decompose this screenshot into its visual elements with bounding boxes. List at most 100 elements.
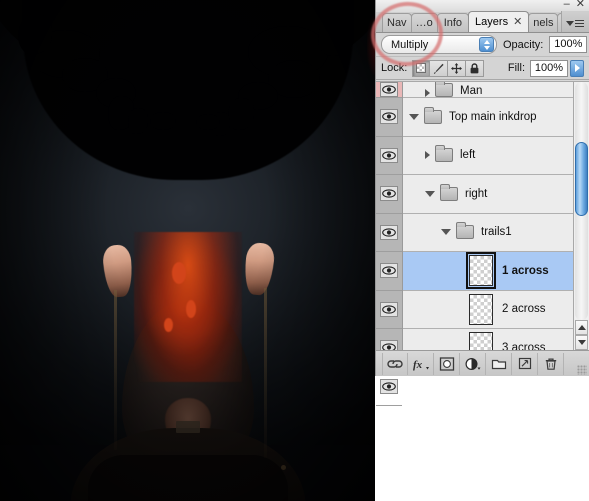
blend-mode-stepper-icon[interactable] <box>479 37 494 52</box>
delete-layer-button[interactable] <box>538 352 564 375</box>
eye-icon[interactable] <box>380 301 398 317</box>
hamburger-icon <box>575 19 584 27</box>
opacity-field[interactable]: 100% <box>549 36 589 53</box>
scroll-down-arrow-icon[interactable] <box>575 335 588 350</box>
fill-input[interactable]: 100% <box>530 59 568 77</box>
disclosure-triangle-icon[interactable] <box>425 151 430 160</box>
layer-name: 2 across <box>502 303 546 316</box>
blend-mode-select[interactable]: Multiply <box>381 35 497 54</box>
vignette <box>0 0 375 501</box>
eye-icon[interactable] <box>380 109 398 125</box>
lock-position-button[interactable] <box>448 59 467 77</box>
table-row[interactable]: trails1 <box>403 214 573 252</box>
move-cross-icon <box>451 62 463 74</box>
folder-icon <box>424 106 442 124</box>
layer-thumbnail[interactable] <box>466 252 496 290</box>
checkerboard-icon <box>416 63 427 73</box>
table-row[interactable]: left <box>403 137 573 175</box>
disclosure-triangle-icon[interactable] <box>441 229 451 236</box>
eye-icon[interactable] <box>380 186 398 202</box>
layer-name: 3 across <box>502 341 546 350</box>
opacity-label: Opacity: <box>503 38 544 51</box>
opacity-input[interactable]: 100% <box>549 36 588 53</box>
layer-name: left <box>460 149 476 162</box>
tab-close-icon[interactable]: ✕ <box>513 16 522 28</box>
panel-tab-bar[interactable]: Nav …o Info Layers✕ nels ths <box>376 11 589 33</box>
layer-rows[interactable]: Man Top main inkdrop left right trails1 … <box>403 82 573 350</box>
layer-styles-button[interactable]: fx <box>408 352 434 375</box>
tab-channels-label: nels <box>533 17 554 29</box>
close-icon[interactable]: ✕ <box>576 0 585 10</box>
eye-icon[interactable] <box>380 147 398 163</box>
fx-icon: fx <box>413 359 429 371</box>
table-row[interactable]: right <box>403 175 573 214</box>
vertical-scrollbar[interactable] <box>573 82 589 350</box>
chain-link-icon <box>387 359 403 368</box>
panel-menu-icon[interactable] <box>564 15 586 31</box>
blend-mode-row[interactable]: Multiply Opacity: 100% <box>376 33 589 57</box>
add-layer-mask-button[interactable] <box>434 352 460 375</box>
minimize-icon[interactable]: – <box>564 0 570 10</box>
lock-label: Lock: <box>381 62 408 74</box>
padlock-icon <box>470 62 479 73</box>
window-controls[interactable]: – ✕ <box>564 0 585 10</box>
new-group-button[interactable] <box>486 352 512 375</box>
eye-icon[interactable] <box>380 224 398 240</box>
tab-channels[interactable]: nels <box>528 13 559 32</box>
table-row[interactable]: Top main inkdrop <box>403 98 573 137</box>
new-adjustment-layer-button[interactable] <box>460 352 486 375</box>
folder-icon <box>491 359 506 370</box>
image-canvas[interactable] <box>0 0 375 501</box>
table-row[interactable]: 1 across <box>403 252 573 291</box>
table-row[interactable]: Man <box>403 82 573 98</box>
layers-list[interactable]: Man Top main inkdrop left right trails1 … <box>376 81 589 406</box>
lock-image-pixels-button[interactable] <box>430 59 449 77</box>
visibility-toggle[interactable] <box>376 291 402 329</box>
disclosure-triangle-icon[interactable] <box>425 190 435 197</box>
scroll-up-arrow-icon[interactable] <box>575 320 588 335</box>
folder-icon <box>440 183 458 201</box>
visibility-toggle[interactable] <box>376 82 402 98</box>
lock-buttons[interactable] <box>412 59 485 77</box>
disclosure-triangle-icon[interactable] <box>409 113 419 120</box>
link-layers-button[interactable] <box>382 352 408 375</box>
visibility-toggle[interactable] <box>376 214 402 252</box>
table-row[interactable]: 2 across <box>403 291 573 329</box>
tab-navigator[interactable]: Nav <box>382 13 412 32</box>
new-layer-icon <box>518 357 531 370</box>
chevron-down-icon <box>566 20 574 26</box>
lock-transparent-pixels-button[interactable] <box>412 59 431 77</box>
layers-panel[interactable]: – ✕ Nav …o Info Layers✕ nels ths Multipl… <box>375 0 589 406</box>
visibility-column[interactable] <box>376 82 403 406</box>
tab-layers[interactable]: Layers ✕ <box>468 11 530 32</box>
layers-panel-toolbar[interactable]: fx <box>376 350 589 376</box>
visibility-toggle[interactable] <box>376 137 402 175</box>
lock-row[interactable]: Lock: Fill: 100% <box>376 57 589 80</box>
eye-icon[interactable] <box>380 82 398 97</box>
brush-icon <box>434 63 444 74</box>
eye-icon <box>382 85 396 94</box>
eye-icon[interactable] <box>380 378 398 394</box>
visibility-toggle[interactable] <box>376 175 402 214</box>
lock-all-button[interactable] <box>466 59 485 77</box>
tab-color-label: …o <box>415 17 433 29</box>
tab-info[interactable]: Info <box>436 13 470 32</box>
folder-icon <box>435 82 453 97</box>
fill-label: Fill: <box>507 62 525 74</box>
layer-name: trails1 <box>481 226 512 239</box>
tab-color[interactable]: …o <box>410 13 438 32</box>
eye-icon[interactable] <box>380 263 398 279</box>
visibility-toggle[interactable] <box>376 252 402 291</box>
svg-text:fx: fx <box>413 359 423 371</box>
scrollbar-thumb[interactable] <box>575 142 588 216</box>
layer-thumbnail[interactable] <box>469 293 493 325</box>
new-layer-button[interactable] <box>512 352 538 375</box>
table-row[interactable]: 3 across <box>403 329 573 350</box>
visibility-toggle[interactable] <box>376 98 402 137</box>
layer-mask-icon <box>439 356 454 371</box>
fill-field[interactable]: 100% <box>530 59 584 77</box>
layer-thumbnail[interactable] <box>469 332 493 350</box>
fill-arrow-icon[interactable] <box>570 59 584 77</box>
resize-grip-icon[interactable] <box>577 365 587 375</box>
disclosure-triangle-icon[interactable] <box>425 89 430 97</box>
